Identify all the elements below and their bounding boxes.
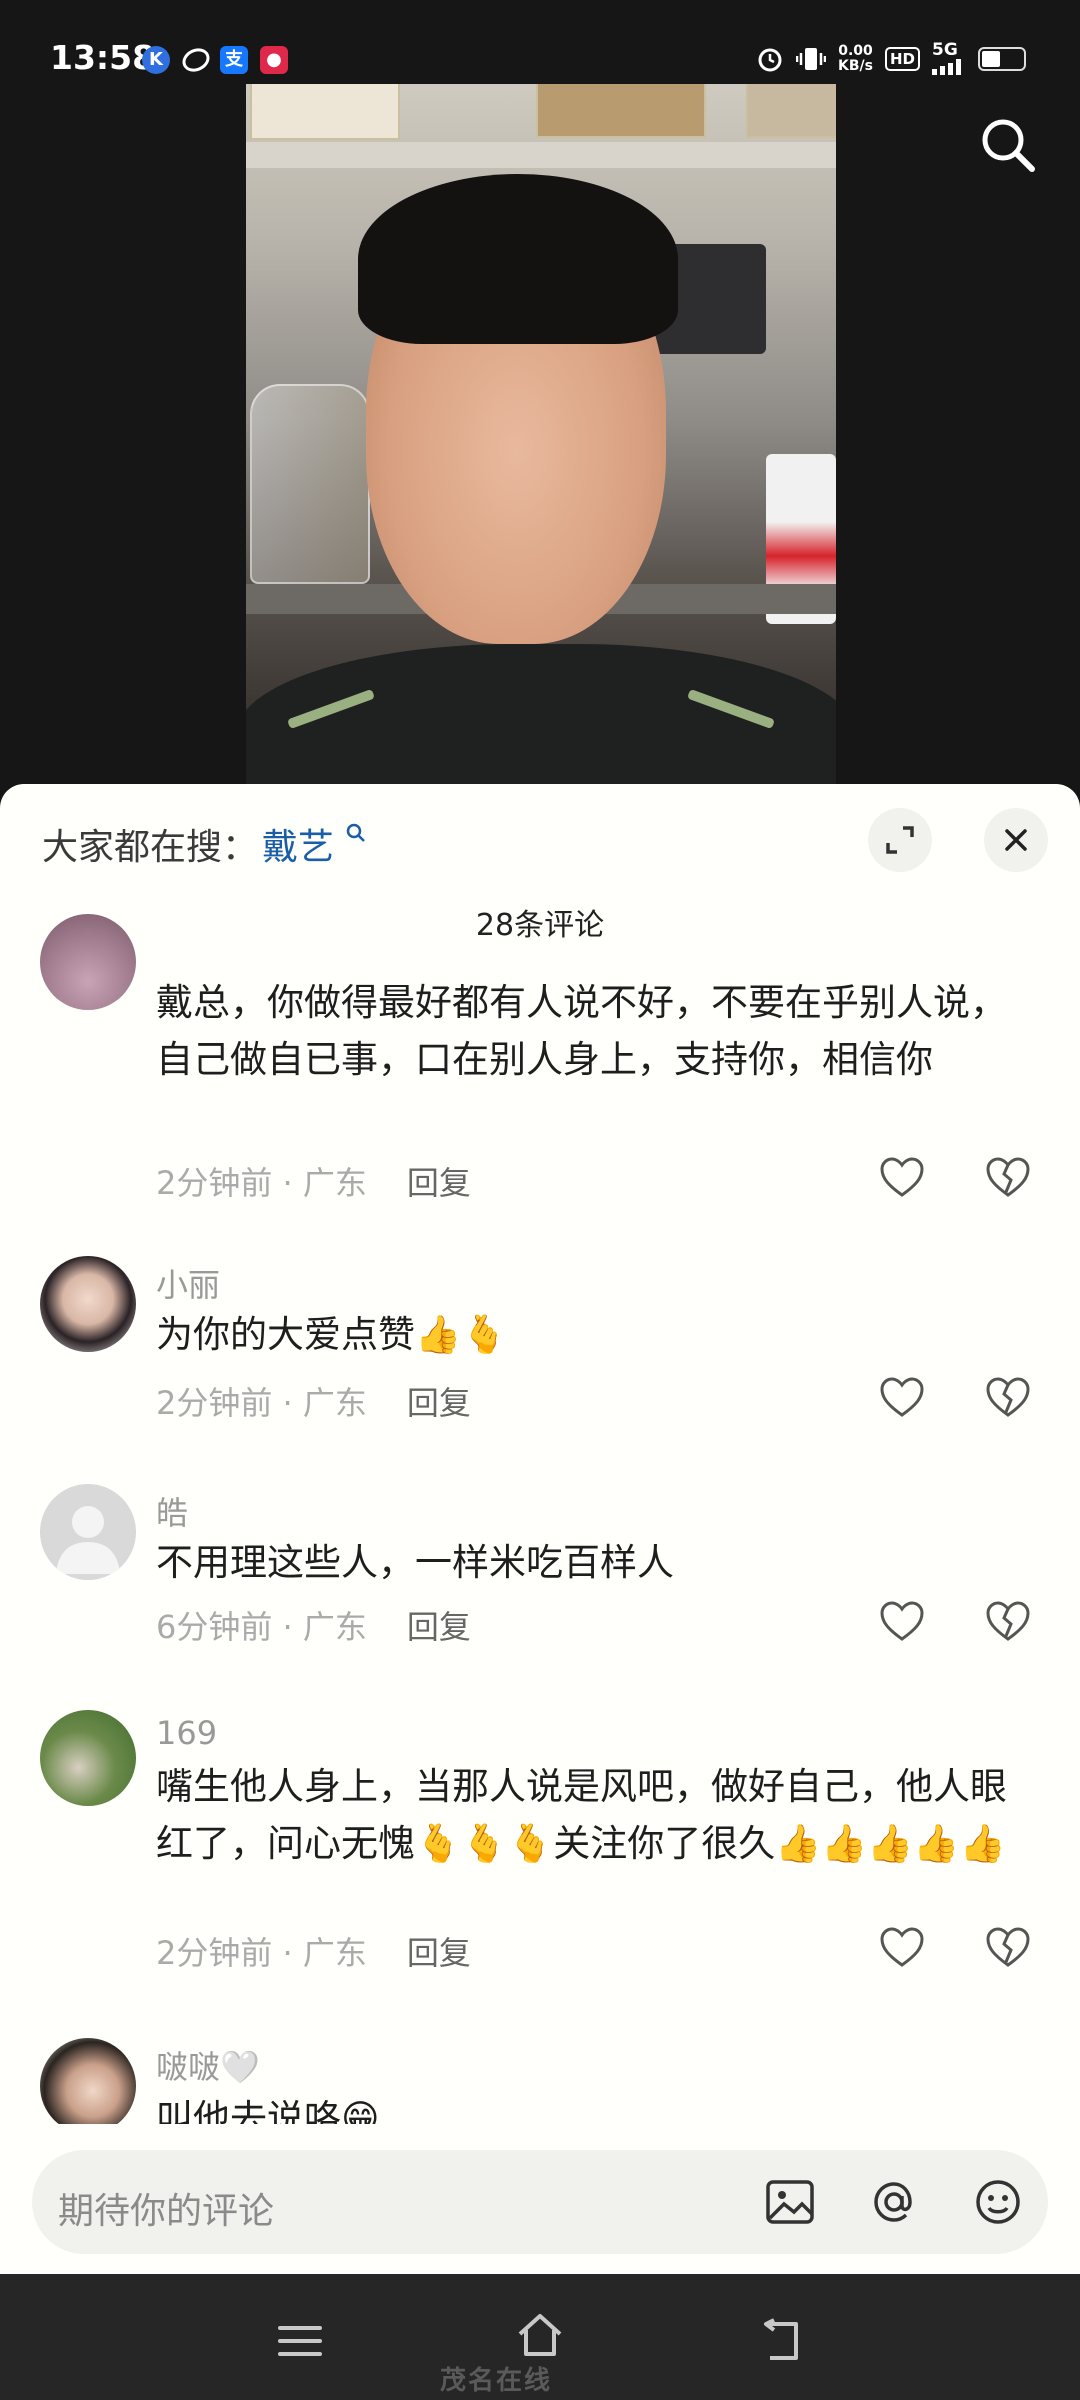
comment-text: 不用理这些人，一样米吃百样人 — [156, 1541, 674, 1584]
comment-text: 为你的大爱点赞👍🫰 — [156, 1313, 508, 1356]
status-indicators: 0.00 KB/s HD 5G — [756, 42, 1026, 75]
status-time: 13:58 — [50, 38, 156, 77]
avatar[interactable] — [40, 1484, 136, 1580]
broken-heart-icon[interactable] — [984, 1154, 1032, 1202]
comment-meta: 2分钟前 · 广东 回复 — [156, 1928, 471, 1974]
comment-meta: 2分钟前 · 广东 回复 — [156, 1158, 471, 1204]
jar — [250, 384, 370, 584]
avatar[interactable] — [40, 914, 136, 1010]
hot-search[interactable]: 大家都在搜： 戴艺 — [42, 818, 367, 870]
expand-button[interactable] — [868, 808, 932, 872]
image-icon[interactable] — [762, 2174, 818, 2230]
app-notification-icon-red: ● — [260, 46, 288, 74]
comment-username[interactable]: 小丽 — [156, 1260, 220, 1306]
status-bar: 13:58 K 支 ● 0.00 KB/s HD 5G — [0, 0, 1080, 86]
reply-button[interactable]: 回复 — [407, 1164, 471, 1202]
avatar[interactable] — [40, 1256, 136, 1352]
heart-icon[interactable] — [878, 1598, 926, 1646]
shelf — [246, 142, 836, 168]
default-avatar-icon — [56, 1506, 120, 1574]
system-navigation-bar: 茂名在线 — [0, 2274, 1080, 2400]
comment-count: 28条评论 — [475, 908, 605, 943]
comment-input-placeholder: 期待你的评论 — [58, 2191, 275, 2232]
at-mention-icon[interactable] — [866, 2174, 922, 2230]
comment-username[interactable]: 皓 — [156, 1488, 188, 1534]
signal-indicator: 5G — [932, 42, 966, 75]
video-player[interactable] — [246, 84, 836, 784]
broken-heart-icon[interactable] — [984, 1598, 1032, 1646]
home-icon[interactable] — [514, 2310, 566, 2360]
comment-input[interactable]: 期待你的评论 — [32, 2150, 1048, 2254]
expand-icon — [886, 826, 914, 854]
menu-icon[interactable] — [274, 2316, 326, 2366]
comment-meta: 6分钟前 · 广东 回复 — [156, 1602, 471, 1648]
close-button[interactable] — [984, 808, 1048, 872]
alipay-notification-icon: 支 — [220, 46, 248, 74]
shelf-box — [536, 84, 706, 138]
close-icon — [1005, 829, 1027, 851]
app-notification-icon-orbit — [178, 44, 214, 76]
broken-heart-icon[interactable] — [984, 1374, 1032, 1422]
comment-time: 2分钟前 · 广东 — [156, 1384, 367, 1422]
comment-username[interactable]: 169 — [156, 1714, 217, 1752]
comment-username[interactable]: 啵啵🤍 — [156, 2042, 260, 2088]
shelf-box — [250, 84, 400, 140]
broken-heart-icon[interactable] — [984, 1924, 1032, 1972]
search-mini-icon — [347, 823, 366, 842]
heart-icon[interactable] — [878, 1924, 926, 1972]
comment-meta: 2分钟前 · 广东 回复 — [156, 1378, 471, 1424]
reply-button[interactable]: 回复 — [407, 1608, 471, 1646]
reply-button[interactable]: 回复 — [407, 1384, 471, 1422]
hot-search-term[interactable]: 戴艺 — [262, 827, 334, 868]
alarm-icon — [758, 48, 782, 71]
network-speed: 0.00 KB/s — [838, 42, 873, 74]
back-icon[interactable] — [756, 2316, 808, 2366]
comment-time: 2分钟前 · 广东 — [156, 1934, 367, 1972]
avatar[interactable] — [40, 1710, 136, 1806]
hot-search-label: 大家都在搜： — [42, 827, 259, 868]
comment-input-bar: 期待你的评论 — [0, 2124, 1080, 2274]
battery-icon — [978, 46, 1026, 71]
avatar[interactable] — [40, 2038, 136, 2134]
emoji-icon[interactable] — [970, 2174, 1026, 2230]
comment-text: 戴总，你做得最好都有人说不好，不要在乎别人说，自己做自已事，口在别人身上，支持你… — [156, 981, 1007, 1081]
comment-text: 嘴生他人身上，当那人说是风吧，做好自己，他人眼红了，问心无愧🫰🫰🫰关注你了很久👍… — [156, 1765, 1007, 1865]
person-hair — [358, 174, 678, 344]
heart-icon[interactable] — [878, 1154, 926, 1202]
comment-time: 2分钟前 · 广东 — [156, 1164, 367, 1202]
vibrate-icon — [796, 47, 827, 70]
shelf-box — [746, 84, 836, 138]
signal-bars-icon — [932, 59, 961, 75]
heart-icon[interactable] — [878, 1374, 926, 1422]
reply-button[interactable]: 回复 — [407, 1934, 471, 1972]
search-icon[interactable] — [978, 115, 1038, 175]
comment-sheet: 大家都在搜： 戴艺 28条评论 戴总，你做得最好都有人说不好，不要在乎别人说，自己… — [0, 784, 1080, 2274]
hd-badge: HD — [884, 46, 920, 71]
watermark: 茂名在线 — [440, 2366, 553, 2396]
comment-time: 6分钟前 · 广东 — [156, 1608, 367, 1646]
app-notification-icon-k: K — [142, 46, 170, 74]
